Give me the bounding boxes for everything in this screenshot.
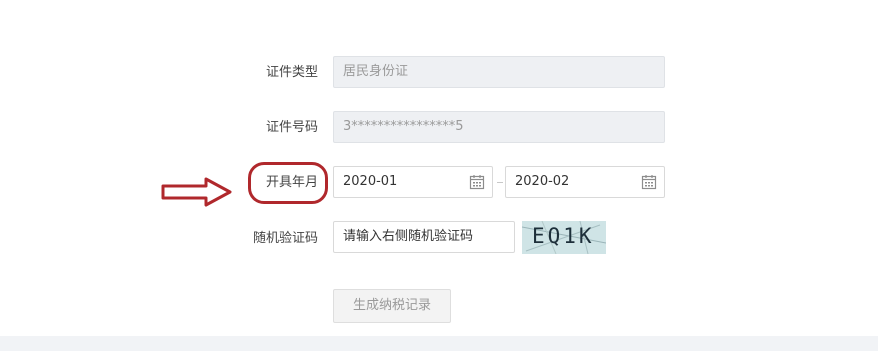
id-type-field: 居民身份证 — [333, 56, 665, 88]
captcha-placeholder: 请输入右侧随机验证码 — [343, 229, 474, 244]
id-type-label: 证件类型 — [265, 65, 318, 80]
footer-band — [0, 336, 878, 351]
calendar-icon[interactable] — [641, 174, 657, 190]
captcha-text: EQ1K — [532, 224, 595, 248]
range-separator — [497, 182, 503, 183]
id-number-label: 证件号码 — [265, 120, 318, 135]
month-start-picker[interactable]: 2020-01 — [333, 166, 493, 198]
captcha-label: 随机验证码 — [252, 231, 318, 246]
calendar-icon[interactable] — [469, 174, 485, 190]
month-end-value: 2020-02 — [515, 174, 570, 189]
annotation-arrow — [161, 177, 232, 207]
month-end-picker[interactable]: 2020-02 — [505, 166, 665, 198]
highlight-annotation — [248, 162, 328, 204]
month-start-value: 2020-01 — [343, 174, 398, 189]
id-number-field: 3****************5 — [333, 111, 665, 143]
generate-tax-record-button[interactable]: 生成纳税记录 — [333, 289, 451, 323]
id-number-value: 3****************5 — [343, 119, 464, 134]
captcha-image[interactable]: EQ1K — [522, 221, 606, 254]
captcha-input[interactable]: 请输入右侧随机验证码 — [333, 221, 515, 253]
id-type-value: 居民身份证 — [343, 64, 409, 79]
